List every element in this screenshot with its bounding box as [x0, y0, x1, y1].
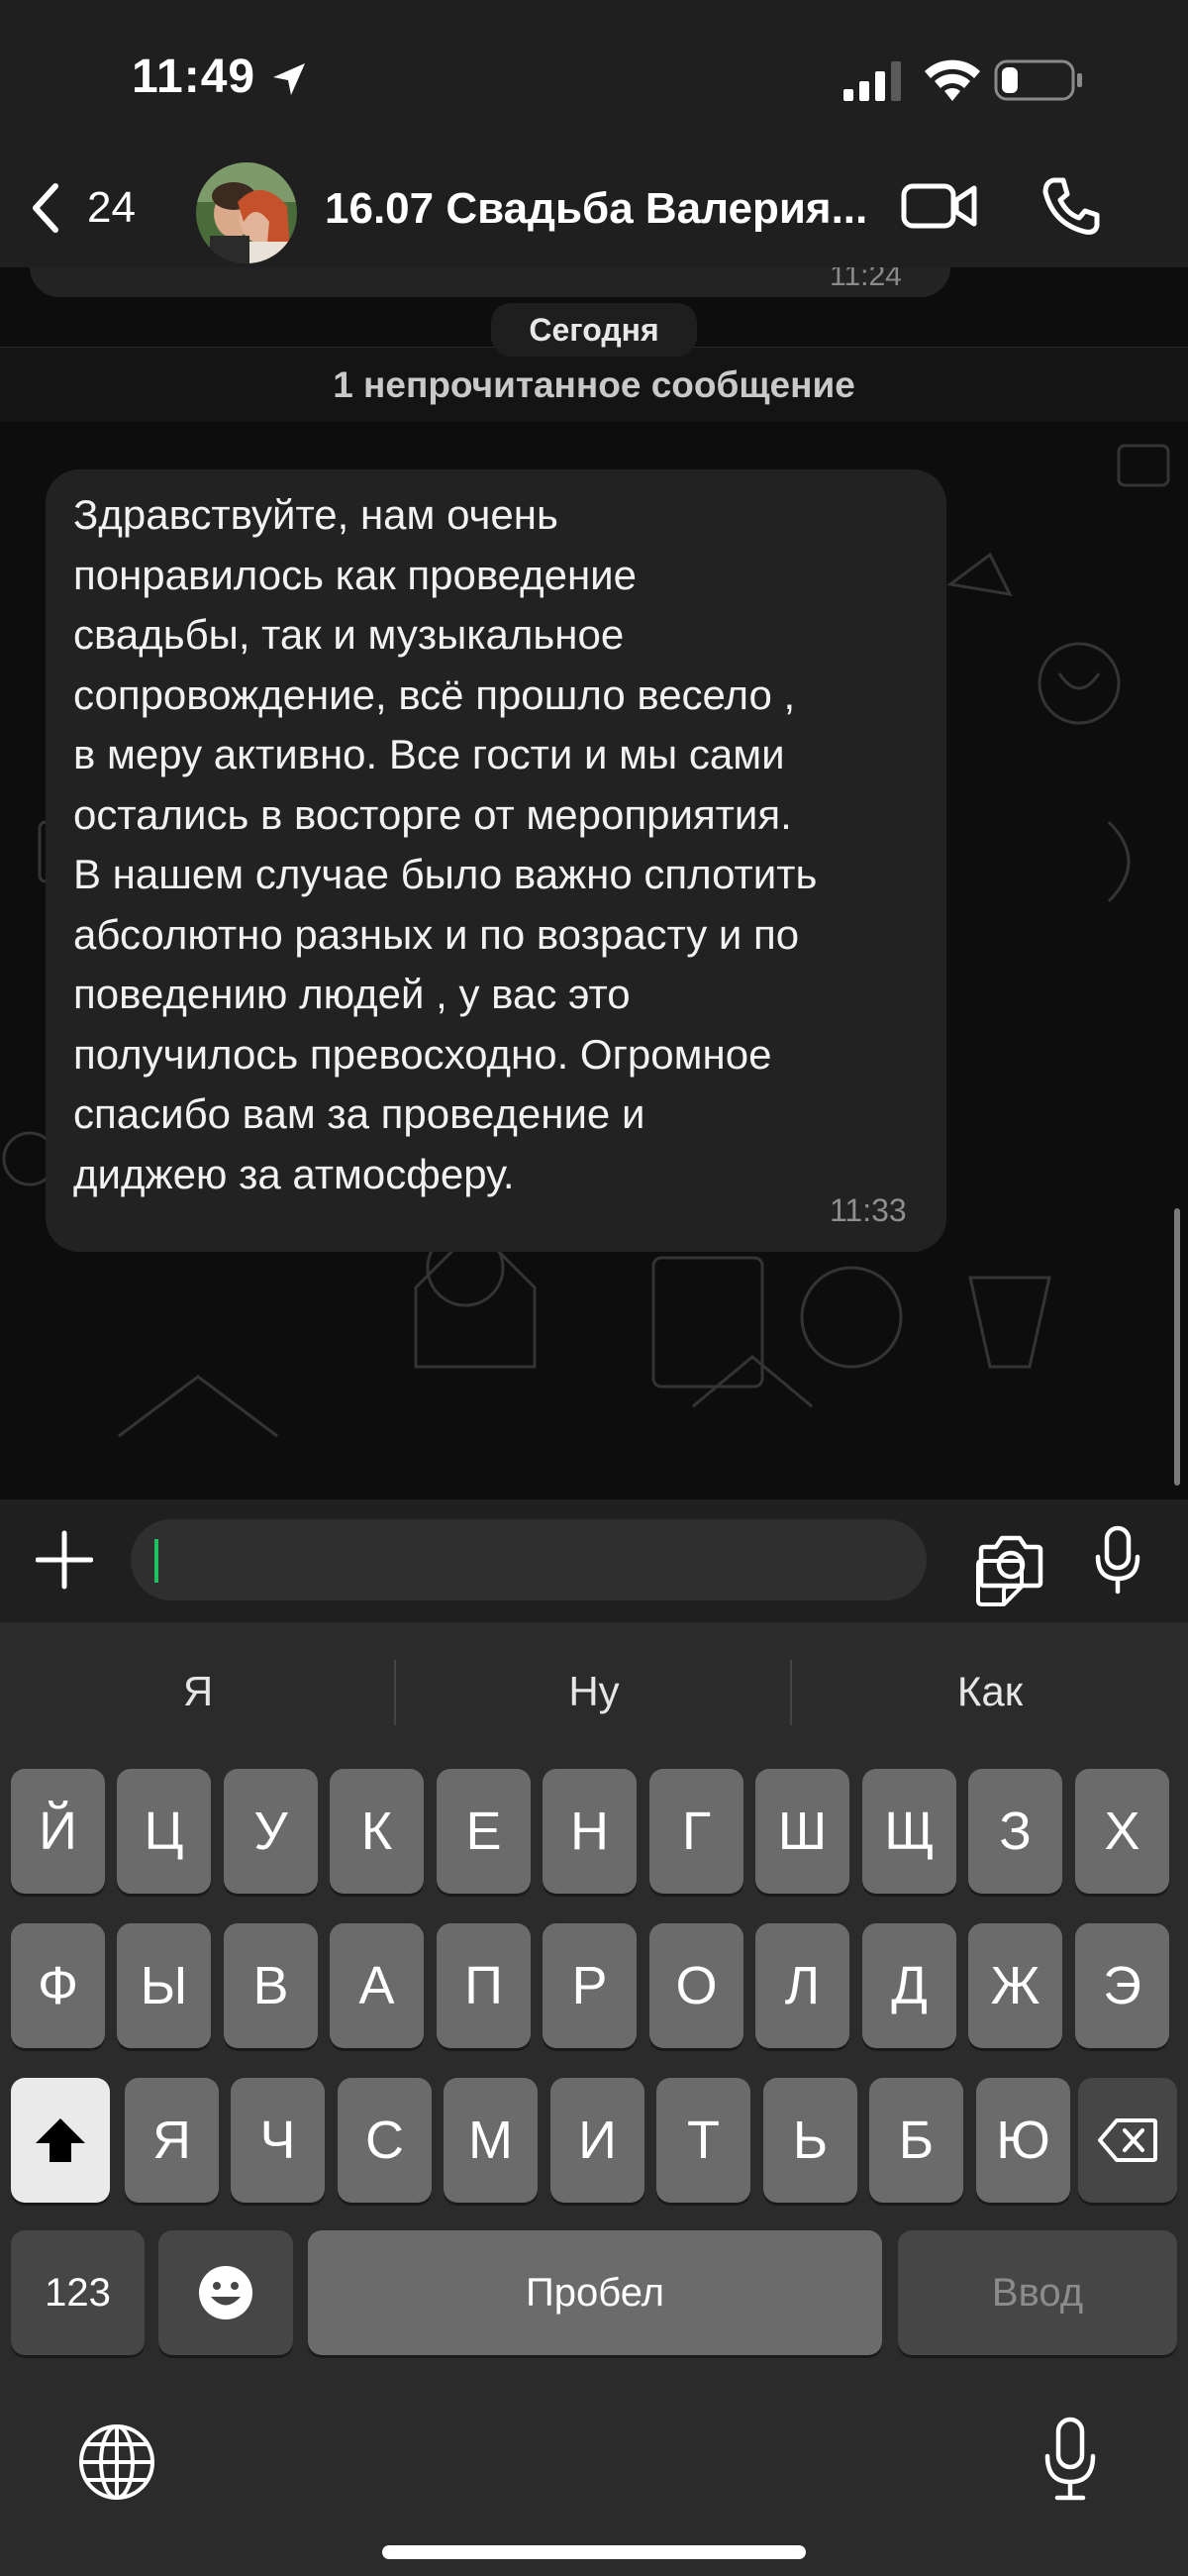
avatar[interactable]	[196, 162, 297, 263]
status-time: 11:49	[132, 51, 256, 103]
chevron-left-icon	[33, 183, 58, 233]
key-row1-9[interactable]: Щ	[862, 1769, 956, 1894]
message-input[interactable]	[131, 1519, 1024, 1606]
text-caret	[154, 1539, 158, 1583]
key-row3-1[interactable]: Я	[125, 2078, 219, 2203]
enter-key[interactable]: Ввод	[898, 2230, 1177, 2355]
numbers-key[interactable]: 123	[11, 2230, 145, 2355]
input-bar	[0, 1499, 1188, 1622]
shift-key[interactable]	[11, 2078, 110, 2203]
back-count: 24	[87, 183, 136, 232]
chat-header: 24 16.07 Свадьба Валерия...	[0, 149, 1188, 267]
emoji-icon	[199, 2266, 252, 2319]
key-row2-3[interactable]: В	[224, 1923, 318, 2048]
key-row2-8[interactable]: Л	[755, 1923, 849, 2048]
chat-area[interactable]: 11:24 1 непрочитанное сообщение Сегодня …	[0, 267, 1188, 1499]
globe-icon[interactable]	[77, 2422, 156, 2502]
message-time: 11:33	[830, 1192, 907, 1228]
avatar-photo	[196, 162, 297, 263]
battery-icon	[994, 59, 1082, 101]
microphone-icon[interactable]	[1093, 1525, 1142, 1595]
scroll-indicator[interactable]	[1174, 1208, 1180, 1486]
back-button[interactable]: 24	[28, 178, 156, 238]
dictation-icon[interactable]	[1041, 2417, 1099, 2502]
key-row3-9[interactable]: Ю	[976, 2078, 1070, 2203]
home-indicator[interactable]	[382, 2545, 806, 2559]
key-row1-2[interactable]: Ц	[117, 1769, 211, 1894]
key-row2-10[interactable]: Ж	[968, 1923, 1062, 2048]
key-row1-3[interactable]: У	[224, 1769, 318, 1894]
video-call-icon[interactable]	[901, 174, 978, 238]
backspace-key[interactable]	[1078, 2078, 1177, 2203]
key-row1-5[interactable]: Е	[437, 1769, 531, 1894]
key-row2-11[interactable]: Э	[1075, 1923, 1169, 2048]
suggestion-3[interactable]: Как	[792, 1622, 1188, 1761]
key-row2-2[interactable]: Ы	[117, 1923, 211, 2048]
key-row1-4[interactable]: К	[330, 1769, 424, 1894]
wifi-icon	[925, 59, 980, 101]
previous-message-time: 11:24	[830, 267, 902, 292]
plus-icon[interactable]	[36, 1529, 93, 1591]
key-row1-11[interactable]: Х	[1075, 1769, 1169, 1894]
key-row2-7[interactable]: О	[649, 1923, 743, 2048]
key-row3-3[interactable]: С	[338, 2078, 432, 2203]
key-row3-2[interactable]: Ч	[231, 2078, 325, 2203]
date-chip: Сегодня	[491, 303, 697, 357]
shift-icon	[36, 2118, 85, 2162]
message-text: Здравствуйте, нам очень понравилось как …	[73, 491, 818, 1197]
keyboard: Я Ну Как Й Ц У К Е Н Г Ш Щ З Х Ф Ы В А П…	[0, 1622, 1188, 2576]
key-row3-4[interactable]: М	[444, 2078, 538, 2203]
backspace-icon	[1098, 2118, 1157, 2162]
key-row2-4[interactable]: А	[330, 1923, 424, 2048]
key-row2-5[interactable]: П	[437, 1923, 531, 2048]
camera-icon[interactable]	[978, 1533, 1043, 1589]
suggestion-2[interactable]: Ну	[396, 1622, 792, 1761]
status-bar: 11:49	[0, 0, 1188, 149]
key-row1-7[interactable]: Г	[649, 1769, 743, 1894]
key-row1-6[interactable]: Н	[543, 1769, 637, 1894]
key-row3-8[interactable]: Б	[869, 2078, 963, 2203]
previous-message-bubble[interactable]	[30, 267, 950, 297]
key-row1-8[interactable]: Ш	[755, 1769, 849, 1894]
chat-title[interactable]: 16.07 Свадьба Валерия...	[325, 184, 879, 234]
key-row3-7[interactable]: Ь	[763, 2078, 857, 2203]
key-row2-6[interactable]: Р	[543, 1923, 637, 2048]
message-bubble[interactable]: Здравствуйте, нам очень понравилось как …	[46, 469, 946, 1252]
emoji-key[interactable]	[158, 2230, 293, 2355]
location-arrow-icon	[273, 63, 305, 95]
key-row3-5[interactable]: И	[550, 2078, 644, 2203]
key-row1-1[interactable]: Й	[11, 1769, 105, 1894]
cellular-signal-icon	[843, 61, 901, 101]
unread-banner: 1 непрочитанное сообщение	[0, 347, 1188, 422]
key-row2-9[interactable]: Д	[862, 1923, 956, 2048]
phone-icon[interactable]	[1040, 174, 1103, 238]
suggestion-bar: Я Ну Как	[0, 1622, 1188, 1761]
key-row3-6[interactable]: Т	[656, 2078, 750, 2203]
key-row1-10[interactable]: З	[968, 1769, 1062, 1894]
suggestion-1[interactable]: Я	[0, 1622, 396, 1761]
space-key[interactable]: Пробел	[308, 2230, 882, 2355]
key-row2-1[interactable]: Ф	[11, 1923, 105, 2048]
